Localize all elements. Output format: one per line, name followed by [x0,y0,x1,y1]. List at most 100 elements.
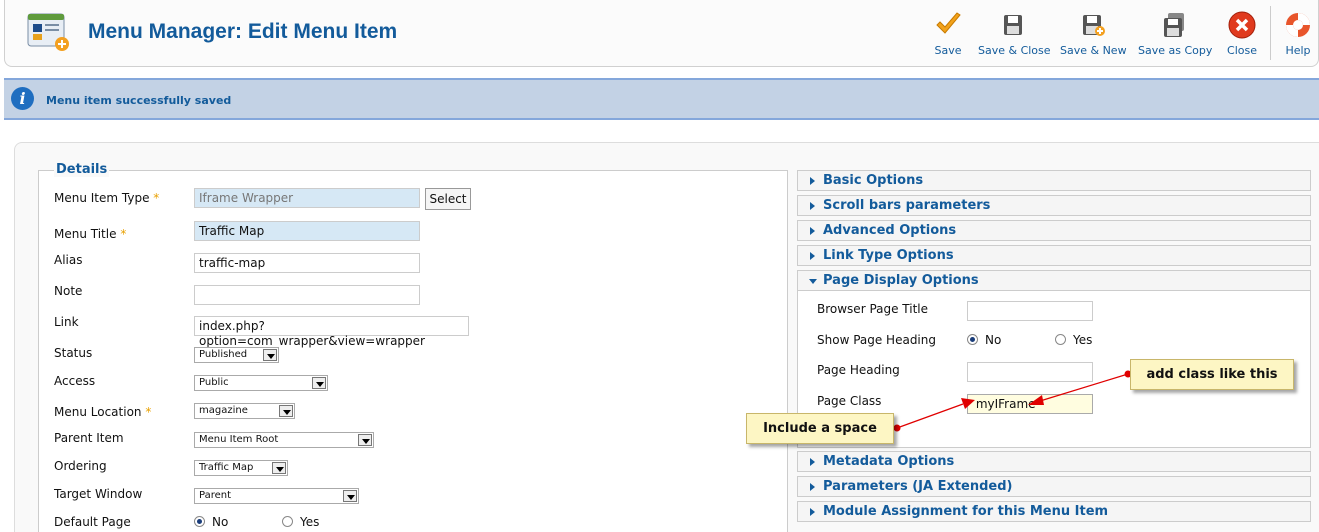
triangle-down-icon [809,279,817,284]
save-new-button[interactable]: Save & New [1060,10,1127,58]
triangle-right-icon [810,508,815,516]
panel-basic-options[interactable]: Basic Options [797,170,1311,191]
default-page-no-radio[interactable] [194,516,205,527]
page-heading-input[interactable] [967,362,1093,382]
panel-title: Module Assignment for this Menu Item [823,504,1109,519]
browser-title-input[interactable] [967,301,1093,321]
show-heading-yes-radio[interactable] [1055,334,1066,345]
menu-location-value: magazine [199,405,248,416]
help-button[interactable]: Help [1282,10,1314,58]
triangle-right-icon [810,177,815,185]
page-title: Menu Manager: Edit Menu Item [88,20,398,43]
close-label: Close [1227,44,1257,57]
message-bar: i Menu item successfully saved [4,78,1319,120]
menu-title-input[interactable]: Traffic Map [194,221,420,241]
panel-title: Advanced Options [823,223,957,238]
triangle-right-icon [810,202,815,210]
panel-module-assignment[interactable]: Module Assignment for this Menu Item [797,501,1311,522]
panel-advanced-options[interactable]: Advanced Options [797,220,1311,241]
menu-item-type-label: Menu Item Type * [54,191,160,205]
panel-title: Metadata Options [823,454,955,469]
message-text: Menu item successfully saved [46,94,232,107]
triangle-right-icon [810,252,815,260]
ordering-label: Ordering [54,459,107,473]
details-legend: Details [54,162,110,177]
save-close-label: Save & Close [978,44,1051,57]
close-icon [1228,11,1256,39]
access-select[interactable]: Public [194,375,328,391]
chevron-down-icon[interactable] [343,490,357,502]
parent-item-label: Parent Item [54,431,124,445]
chevron-down-icon[interactable] [263,349,277,361]
show-heading-no-radio[interactable] [967,334,978,345]
select-type-button[interactable]: Select [425,188,471,210]
save-close-button[interactable]: Save & Close [978,10,1051,58]
alias-input[interactable]: traffic-map [194,253,420,273]
show-heading-yes-label: Yes [1073,333,1093,347]
parent-item-select[interactable]: Menu Item Root [194,432,374,448]
panel-title: Link Type Options [823,248,954,263]
note-input[interactable] [194,285,420,305]
show-heading-no-label: No [985,333,1002,347]
status-label: Status [54,346,93,360]
menu-item-type-field: Iframe Wrapper [194,188,420,208]
chevron-down-icon[interactable] [358,434,372,446]
show-heading-label: Show Page Heading [817,333,936,347]
callout-add-class: add class like this [1130,359,1294,390]
panel-title: Scroll bars parameters [823,198,991,213]
page-class-label: Page Class [817,394,882,408]
toolbar-separator [1270,6,1271,60]
chevron-down-icon[interactable] [279,405,293,417]
callout-include-space: Include a space [746,413,894,444]
ordering-select[interactable]: Traffic Map [194,460,288,476]
panel-scroll-bars[interactable]: Scroll bars parameters [797,195,1311,216]
floppy-disk-icon [1004,15,1022,35]
chevron-down-icon[interactable] [312,377,326,389]
status-value: Published [199,349,248,360]
link-input[interactable]: index.php?option=com_wrapper&view=wrappe… [194,316,469,348]
floppy-disk-plus-icon [1083,15,1105,36]
save-copy-button[interactable]: Save as Copy [1138,10,1213,58]
page-heading-label: Page Heading [817,363,900,377]
panel-page-display-options[interactable]: Page Display Options [797,270,1311,291]
save-copy-label: Save as Copy [1138,44,1213,57]
menu-manager-icon [27,13,69,51]
triangle-right-icon [810,483,815,491]
panel-link-type-options[interactable]: Link Type Options [797,245,1311,266]
status-select[interactable]: Published [194,347,279,363]
default-page-no-label: No [212,515,229,529]
save-label: Save [934,44,962,57]
info-icon: i [11,87,34,110]
checkmark-icon [936,12,961,34]
panel-title: Page Display Options [823,273,979,288]
access-label: Access [54,374,96,388]
target-window-select[interactable]: Parent [194,488,359,504]
lifebuoy-icon [1286,13,1310,37]
triangle-right-icon [810,458,815,466]
save-new-label: Save & New [1060,44,1127,57]
target-window-label: Target Window [54,487,143,501]
panel-title: Parameters (JA Extended) [823,479,1013,494]
floppy-disk-copy-icon [1164,13,1184,37]
default-page-yes-radio[interactable] [282,516,293,527]
page-class-input[interactable]: myIFrame [967,394,1093,414]
save-button[interactable]: Save [930,10,966,58]
browser-title-label: Browser Page Title [817,302,929,316]
default-page-label: Default Page [54,515,131,529]
alias-label: Alias [54,253,83,267]
chevron-down-icon[interactable] [272,462,286,474]
ordering-value: Traffic Map [199,462,254,473]
panel-metadata-options[interactable]: Metadata Options [797,451,1311,472]
access-value: Public [199,377,229,388]
default-page-yes-label: Yes [300,515,320,529]
menu-location-label: Menu Location * [54,405,152,419]
help-label: Help [1285,44,1311,57]
menu-location-select[interactable]: magazine [194,403,295,419]
triangle-right-icon [810,227,815,235]
panel-parameters-ja[interactable]: Parameters (JA Extended) [797,476,1311,497]
close-button[interactable]: Close [1224,10,1260,58]
link-label: Link [54,315,79,329]
panel-title: Basic Options [823,173,924,188]
parent-item-value: Menu Item Root [199,434,279,445]
note-label: Note [54,284,83,298]
